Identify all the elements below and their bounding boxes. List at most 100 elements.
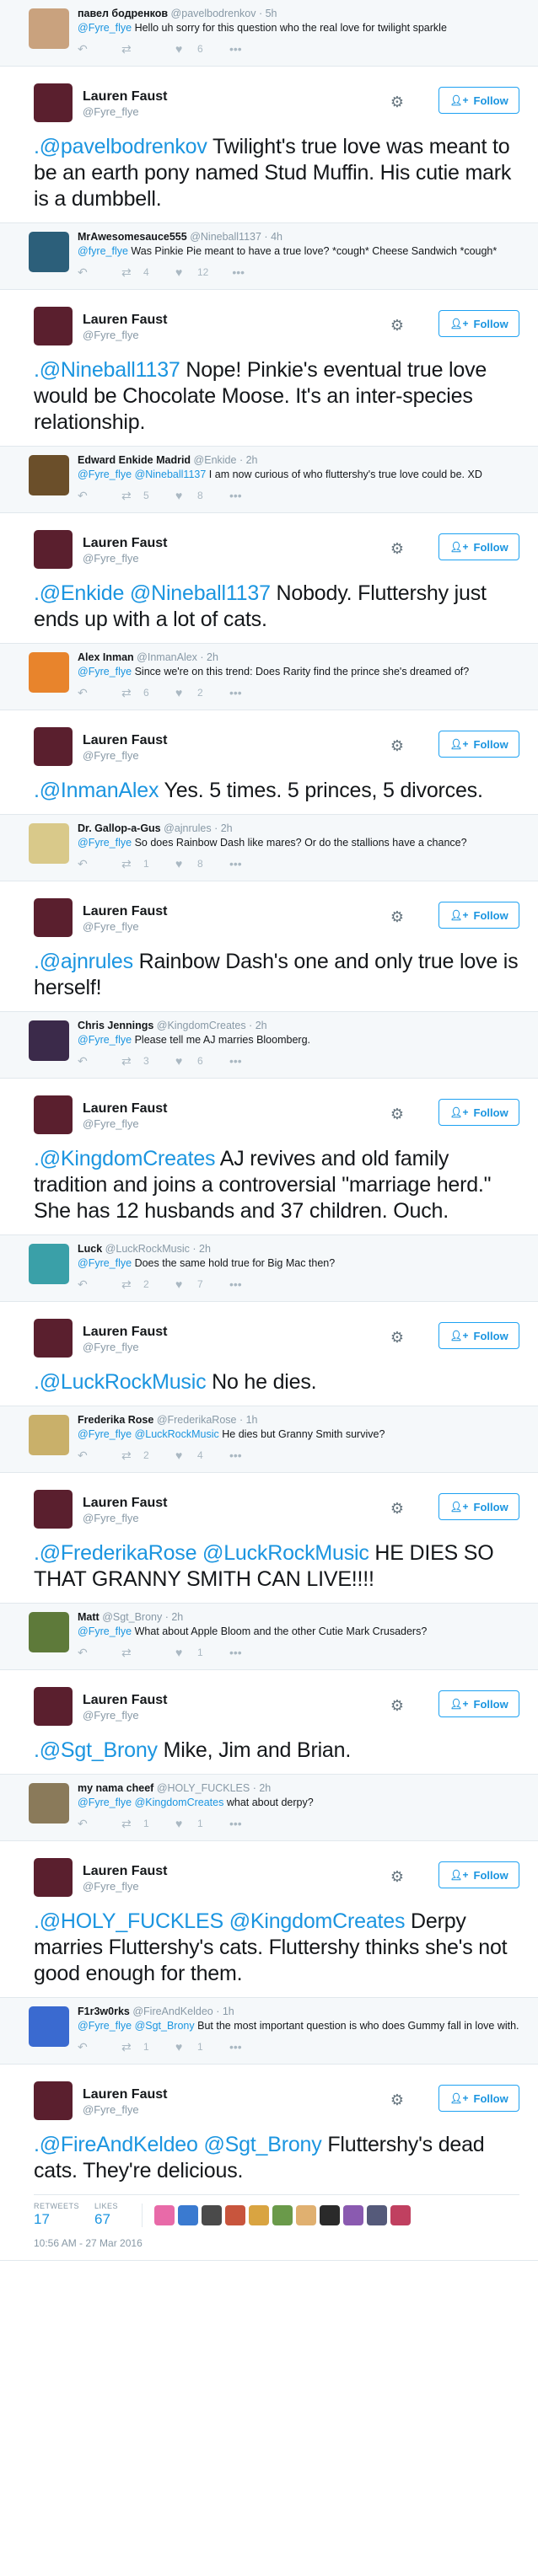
more-button[interactable]: ••• bbox=[229, 1449, 250, 1462]
avatar[interactable] bbox=[34, 530, 73, 569]
user-handle[interactable]: @LuckRockMusic bbox=[105, 1243, 190, 1255]
user-handle[interactable]: @HOLY_FUCKLES bbox=[157, 1782, 250, 1794]
mention-link[interactable]: @Fyre_flye @Sgt_Brony bbox=[78, 2020, 195, 2032]
author-name[interactable]: Lauren Faust bbox=[83, 1863, 167, 1880]
liker-avatar[interactable] bbox=[178, 2204, 199, 2225]
gear-icon[interactable]: ⚙ bbox=[388, 1499, 406, 1518]
author-handle[interactable]: @Fyre_flye bbox=[83, 1341, 167, 1354]
author-handle[interactable]: @Fyre_flye bbox=[83, 1117, 167, 1131]
author-name[interactable]: Lauren Faust bbox=[83, 88, 167, 105]
retweet-button[interactable]: ⇄ 2 bbox=[121, 1449, 152, 1463]
gear-icon[interactable]: ⚙ bbox=[388, 1328, 406, 1347]
mention-link[interactable]: @Fyre_flye bbox=[78, 1625, 132, 1637]
gear-icon[interactable]: ⚙ bbox=[388, 908, 406, 926]
tweet-time[interactable]: 2h bbox=[246, 454, 258, 466]
user-name[interactable]: Frederika Rose bbox=[78, 1414, 153, 1426]
follow-button[interactable]: 👤︎+ Follow bbox=[438, 533, 519, 560]
tweet-time[interactable]: 2h bbox=[256, 1020, 267, 1031]
gear-icon[interactable]: ⚙ bbox=[388, 316, 406, 335]
gear-icon[interactable]: ⚙ bbox=[388, 539, 406, 558]
author-name[interactable]: Lauren Faust bbox=[83, 1324, 167, 1341]
author-name[interactable]: Lauren Faust bbox=[83, 1495, 167, 1512]
like-button[interactable]: ♥ 8 bbox=[175, 489, 206, 502]
author-handle[interactable]: @Fyre_flye bbox=[83, 105, 167, 119]
avatar[interactable] bbox=[34, 1319, 73, 1358]
reply-button[interactable]: ↶ bbox=[78, 2040, 98, 2054]
user-name[interactable]: павел бодренков bbox=[78, 8, 168, 19]
tweet-time[interactable]: 1h bbox=[246, 1414, 258, 1426]
follow-button[interactable]: 👤︎+ Follow bbox=[438, 87, 519, 114]
follow-button[interactable]: 👤︎+ Follow bbox=[438, 1861, 519, 1888]
retweet-button[interactable]: ⇄ 1 bbox=[121, 857, 152, 871]
reply-button[interactable]: ↶ bbox=[78, 1817, 98, 1831]
author-handle[interactable]: @Fyre_flye bbox=[83, 2103, 167, 2117]
follow-button[interactable]: 👤︎+ Follow bbox=[438, 2085, 519, 2112]
mention-link[interactable]: .@HOLY_FUCKLES @KingdomCreates bbox=[34, 1909, 405, 1933]
like-button[interactable]: ♥ 12 bbox=[175, 265, 208, 279]
mention-link[interactable]: .@FrederikaRose @LuckRockMusic bbox=[34, 1541, 369, 1565]
tweet-time[interactable]: 2h bbox=[199, 1243, 211, 1255]
like-button[interactable]: ♥ 1 bbox=[175, 2040, 206, 2054]
avatar[interactable] bbox=[34, 307, 73, 345]
reply-button[interactable]: ↶ bbox=[78, 1054, 98, 1068]
author-name[interactable]: Lauren Faust bbox=[83, 2086, 167, 2103]
mention-link[interactable]: @Fyre_flye bbox=[78, 1034, 132, 1046]
liker-avatar[interactable] bbox=[249, 2204, 270, 2225]
mention-link[interactable]: @Fyre_flye bbox=[78, 666, 132, 677]
more-button[interactable]: ••• bbox=[229, 42, 250, 56]
mention-link[interactable]: @Fyre_flye bbox=[78, 22, 132, 34]
reply-tweet[interactable]: my nama cheef @HOLY_FUCKLES · 2h @Fyre_fl… bbox=[0, 1775, 538, 1841]
gear-icon[interactable]: ⚙ bbox=[388, 2091, 406, 2109]
author-handle[interactable]: @Fyre_flye bbox=[83, 1880, 167, 1893]
avatar[interactable] bbox=[34, 727, 73, 766]
retweet-button[interactable]: ⇄ 4 bbox=[121, 265, 152, 280]
avatar[interactable] bbox=[34, 1095, 73, 1134]
avatar[interactable] bbox=[29, 455, 69, 495]
author-handle[interactable]: @Fyre_flye bbox=[83, 1512, 167, 1525]
avatar[interactable] bbox=[34, 2081, 73, 2120]
user-handle[interactable]: @ajnrules bbox=[164, 822, 211, 834]
avatar[interactable] bbox=[34, 1687, 73, 1726]
reply-button[interactable]: ↶ bbox=[78, 42, 98, 56]
mention-link[interactable]: .@ajnrules bbox=[34, 950, 133, 973]
avatar[interactable] bbox=[29, 1415, 69, 1455]
user-name[interactable]: Matt bbox=[78, 1611, 100, 1623]
user-handle[interactable]: @Sgt_Brony bbox=[102, 1611, 162, 1623]
liker-avatar[interactable] bbox=[296, 2204, 317, 2225]
user-handle[interactable]: @Nineball1137 bbox=[190, 231, 261, 243]
tweet-time[interactable]: 4h bbox=[271, 231, 282, 243]
avatar[interactable] bbox=[29, 232, 69, 272]
author-handle[interactable]: @Fyre_flye bbox=[83, 552, 167, 565]
author-handle[interactable]: @Fyre_flye bbox=[83, 749, 167, 763]
reply-button[interactable]: ↶ bbox=[78, 857, 98, 871]
retweet-button[interactable]: ⇄ 6 bbox=[121, 686, 152, 700]
more-button[interactable]: ••• bbox=[229, 489, 250, 502]
more-button[interactable]: ••• bbox=[229, 1277, 250, 1291]
gear-icon[interactable]: ⚙ bbox=[388, 1696, 406, 1715]
like-button[interactable]: ♥ 1 bbox=[175, 1646, 206, 1659]
user-name[interactable]: MrAwesomesauce555 bbox=[78, 231, 187, 243]
mention-link[interactable]: .@Sgt_Brony bbox=[34, 1738, 158, 1762]
more-button[interactable]: ••• bbox=[229, 1054, 250, 1068]
follow-button[interactable]: 👤︎+ Follow bbox=[438, 310, 519, 337]
gear-icon[interactable]: ⚙ bbox=[388, 736, 406, 755]
user-handle[interactable]: @pavelbodrenkov bbox=[171, 8, 256, 19]
tweet-time[interactable]: 1h bbox=[223, 2006, 234, 2017]
tweet-time[interactable]: 2h bbox=[221, 822, 233, 834]
user-name[interactable]: F1r3w0rks bbox=[78, 2006, 130, 2017]
like-button[interactable]: ♥ 6 bbox=[175, 42, 206, 56]
mention-link[interactable]: .@LuckRockMusic bbox=[34, 1370, 207, 1394]
mention-link[interactable]: @Fyre_flye @LuckRockMusic bbox=[78, 1428, 219, 1440]
follow-button[interactable]: 👤︎+ Follow bbox=[438, 731, 519, 758]
liker-avatar[interactable] bbox=[202, 2204, 223, 2225]
reply-tweet[interactable]: Edward Enkide Madrid @Enkide · 2h @Fyre_f… bbox=[0, 447, 538, 513]
avatar[interactable] bbox=[29, 1244, 69, 1284]
user-name[interactable]: Luck bbox=[78, 1243, 102, 1255]
retweet-button[interactable]: ⇄ 5 bbox=[121, 489, 152, 503]
liker-avatar[interactable] bbox=[320, 2204, 341, 2225]
avatar[interactable] bbox=[29, 2006, 69, 2047]
retweet-button[interactable]: ⇄ 2 bbox=[121, 1277, 152, 1292]
avatar[interactable] bbox=[29, 1020, 69, 1061]
author-name[interactable]: Lauren Faust bbox=[83, 535, 167, 552]
avatar[interactable] bbox=[29, 8, 69, 49]
